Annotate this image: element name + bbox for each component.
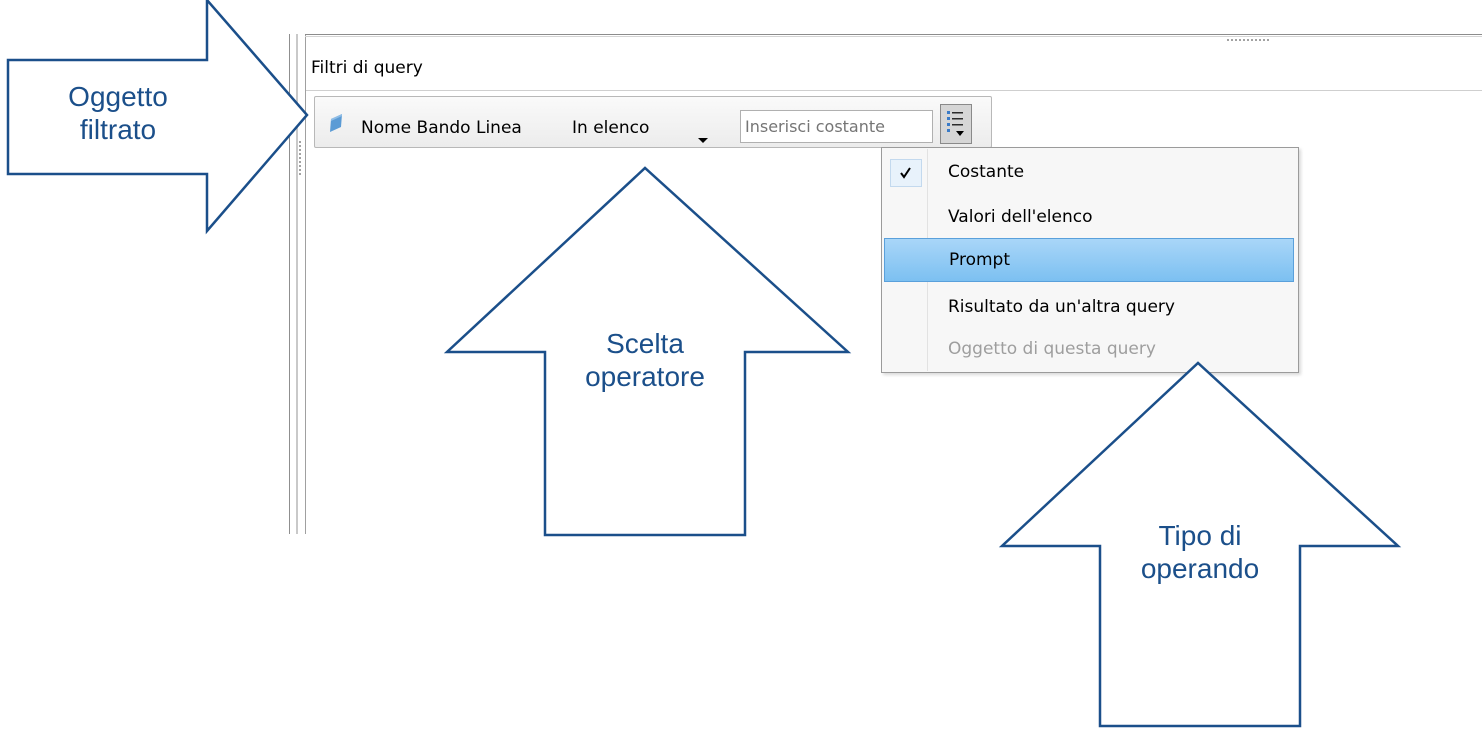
annotation-line: Tipo di [1158,520,1242,551]
annotation-line: Scelta [606,328,684,359]
annotation-line: filtrato [79,114,157,145]
annotation-filtered-object: Oggetto filtrato [28,80,208,146]
annotation-line: Oggetto [68,81,168,112]
annotation-line: operatore [585,361,705,392]
annotation-operand-type: Tipo di operando [1100,519,1300,585]
annotation-operator-choice: Scelta operatore [545,327,745,393]
annotation-line: operando [1140,553,1260,584]
